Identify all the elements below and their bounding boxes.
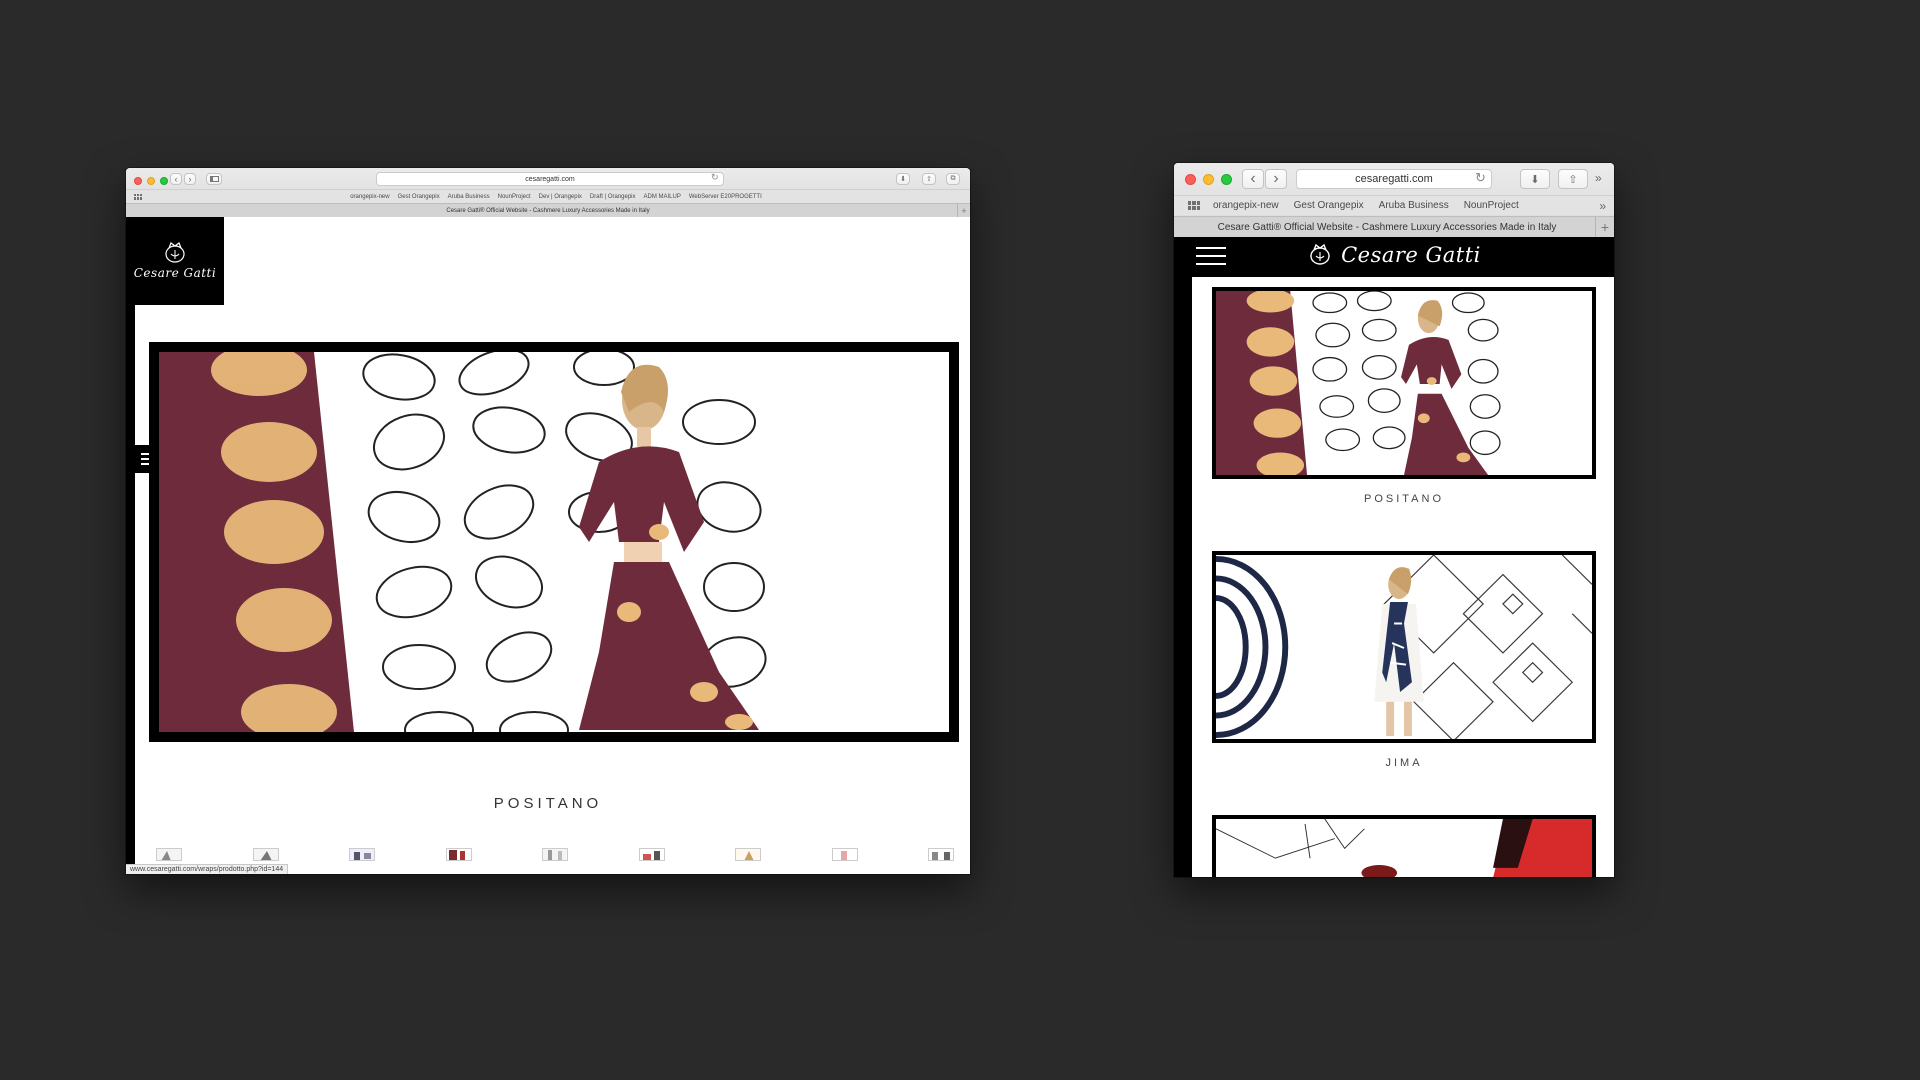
url-text: cesaregatti.com xyxy=(525,175,575,183)
tab-bar: Cesare Gatti® Official Website - Cashmer… xyxy=(1174,216,1614,238)
bookmark-item[interactable]: Aruba Business xyxy=(1379,200,1449,211)
share-icon: ⇧ xyxy=(926,176,932,183)
share-icon: ⇧ xyxy=(1568,173,1578,186)
product-card-image[interactable] xyxy=(1212,287,1596,479)
grid-icon[interactable] xyxy=(1188,201,1200,210)
bookmark-item[interactable]: Gest Orangepix xyxy=(1294,200,1364,211)
overflow-icon[interactable]: » xyxy=(1595,171,1602,185)
forward-button[interactable]: › xyxy=(184,173,196,185)
chevron-left-icon: ‹ xyxy=(174,174,178,184)
status-bar: www.cesaregatti.com/wraps/prodotto.php?i… xyxy=(126,864,289,874)
bookmark-item[interactable]: orangepix-new xyxy=(1213,200,1279,211)
mobile-browser-window: ‹ › cesaregatti.com ↻ ⬇ ⇧ » orangepix-ne… xyxy=(1174,163,1614,877)
share-button[interactable]: ⇧ xyxy=(922,173,936,185)
share-button[interactable]: ⇧ xyxy=(1558,169,1588,189)
thumbnail[interactable] xyxy=(831,848,858,861)
brand-name: Cesare Gatti xyxy=(1341,243,1481,267)
chevron-right-icon: › xyxy=(1273,170,1279,187)
bookmark-item[interactable]: Gest Orangepix xyxy=(398,194,440,200)
site-logo[interactable]: Cesare Gatti xyxy=(1174,243,1614,267)
overflow-icon[interactable]: » xyxy=(1599,199,1606,213)
logo-text: Cesare Gatti xyxy=(133,266,217,280)
bookmark-item[interactable]: ADM MAILUP xyxy=(644,194,681,200)
bookmark-item[interactable]: Dev | Orangepix xyxy=(539,194,582,200)
address-bar[interactable]: cesaregatti.com xyxy=(376,172,724,186)
hero-caption: POSITANO xyxy=(493,795,603,812)
hero-image-frame[interactable] xyxy=(149,342,959,742)
bookmark-item[interactable]: orangepix-new xyxy=(350,194,389,200)
status-url: www.cesaregatti.com/wraps/prodotto.php?i… xyxy=(130,866,284,873)
minimize-button[interactable] xyxy=(147,177,155,185)
left-rail xyxy=(126,305,135,874)
bookmark-item[interactable]: Aruba Business xyxy=(448,194,490,200)
tab-active[interactable]: Cesare Gatti® Official Website - Cashmer… xyxy=(1218,222,1557,233)
back-button[interactable]: ‹ xyxy=(1242,169,1264,189)
mobile-page: Cesare Gatti POSITANO JIMA xyxy=(1174,237,1614,877)
bookmarks-bar: orangepix-new Gest Orangepix Aruba Busin… xyxy=(1174,195,1614,215)
product-caption: JIMA xyxy=(1385,757,1423,769)
desktop-page: Cesare Gatti POSITANO www.cesaregatti.co… xyxy=(126,217,970,874)
bookmark-item[interactable]: WebServer E20PROGETTI xyxy=(689,194,762,200)
zoom-button[interactable] xyxy=(1221,174,1232,185)
mobile-header: Cesare Gatti xyxy=(1174,237,1614,277)
tabs-button[interactable]: ⧉ xyxy=(946,173,960,185)
hero-image xyxy=(159,352,949,732)
download-icon: ⬇ xyxy=(1530,173,1540,186)
desktop-toolbar: ‹ › cesaregatti.com ↻ ⬇ ⇧ ⧉ orangepix-ne… xyxy=(126,168,970,218)
thumbnail[interactable] xyxy=(542,848,568,861)
close-button[interactable] xyxy=(1185,174,1196,185)
product-caption: POSITANO xyxy=(1363,493,1445,505)
minimize-button[interactable] xyxy=(1203,174,1214,185)
thumbnail[interactable] xyxy=(349,848,375,861)
tabs-icon: ⧉ xyxy=(950,175,956,182)
desktop-bookmark-list: orangepix-new Gest Orangepix Aruba Busin… xyxy=(350,194,762,200)
plus-icon[interactable]: + xyxy=(957,204,970,217)
thumbnail[interactable] xyxy=(156,848,182,861)
bookmark-item[interactable]: NounProject xyxy=(1464,200,1519,211)
forward-button[interactable]: › xyxy=(1265,169,1287,189)
tab-bar: Cesare Gatti® Official Website - Cashmer… xyxy=(126,203,970,218)
grid-icon[interactable] xyxy=(134,193,142,200)
thumbnail[interactable] xyxy=(252,848,279,861)
product-card-image[interactable] xyxy=(1212,815,1596,877)
window-controls xyxy=(134,177,168,185)
thumbnail[interactable] xyxy=(735,848,761,861)
thumbnail[interactable] xyxy=(445,848,472,861)
bookmark-item[interactable]: NounProject xyxy=(498,194,531,200)
close-button[interactable] xyxy=(134,177,142,185)
download-button[interactable]: ⬇ xyxy=(896,173,910,185)
thumbnail[interactable] xyxy=(928,848,954,861)
reload-icon[interactable]: ↻ xyxy=(711,172,719,183)
download-icon: ⬇ xyxy=(900,176,906,183)
sidebar-icon xyxy=(209,176,219,182)
address-bar[interactable]: cesaregatti.com xyxy=(1296,169,1492,189)
crest-icon xyxy=(165,242,185,263)
desktop-browser-window: ‹ › cesaregatti.com ↻ ⬇ ⇧ ⧉ orangepix-ne… xyxy=(126,168,970,874)
zoom-button[interactable] xyxy=(160,177,168,185)
site-logo[interactable]: Cesare Gatti xyxy=(126,217,224,305)
product-list: POSITANO JIMA xyxy=(1192,277,1614,877)
chevron-right-icon: › xyxy=(188,174,192,184)
crest-icon xyxy=(1310,244,1330,265)
url-text: cesaregatti.com xyxy=(1355,173,1433,185)
bookmarks-bar: orangepix-new Gest Orangepix Aruba Busin… xyxy=(126,189,970,203)
window-controls xyxy=(1185,174,1232,185)
thumbnail[interactable] xyxy=(638,848,665,861)
product-card-image[interactable] xyxy=(1212,551,1596,743)
bookmark-item[interactable]: Draft | Orangepix xyxy=(590,194,636,200)
mobile-toolbar: ‹ › cesaregatti.com ↻ ⬇ ⇧ » orangepix-ne… xyxy=(1174,163,1614,238)
plus-icon[interactable]: + xyxy=(1595,217,1614,237)
reload-icon[interactable]: ↻ xyxy=(1475,170,1486,186)
back-button[interactable]: ‹ xyxy=(170,173,182,185)
download-button[interactable]: ⬇ xyxy=(1520,169,1550,189)
sidebar-button[interactable] xyxy=(206,173,222,185)
tab-active[interactable]: Cesare Gatti® Official Website - Cashmer… xyxy=(446,208,649,214)
thumbnail-strip xyxy=(156,848,954,861)
chevron-left-icon: ‹ xyxy=(1250,170,1256,187)
